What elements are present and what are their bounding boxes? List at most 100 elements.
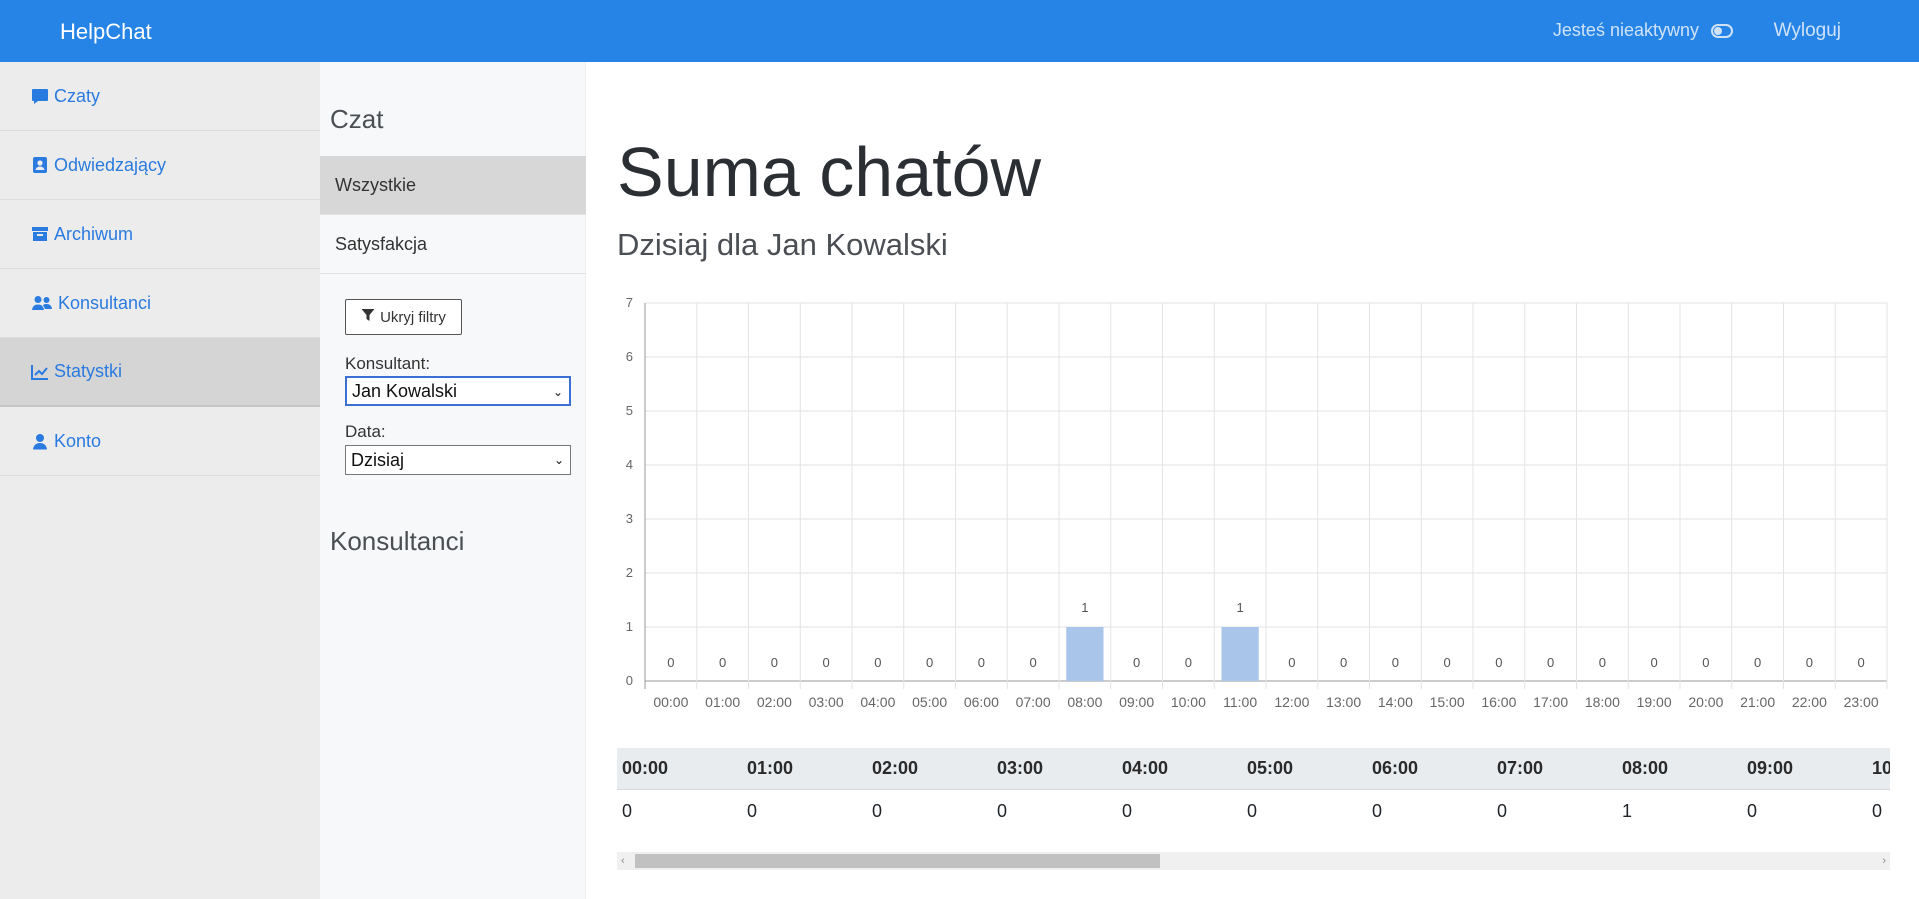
x-tick-label: 08:00 [1067,694,1102,710]
data-label: 0 [823,655,830,670]
x-tick-label: 16:00 [1481,694,1516,710]
toggle-icon[interactable] [1711,23,1733,38]
chats-bar-chart: 0 1 2 3 4 5 6 7 0 00:00 0 01:00 0 02:00 0 03:00 0 04:00 0 0… [626,295,1888,710]
table-header-cell: 06:00 [1372,758,1419,778]
y-tick-label: 5 [626,403,633,418]
x-tick-label: 20:00 [1688,694,1723,710]
filter-icon [361,308,375,326]
table-cell: 0 [997,800,1008,821]
x-tick-label: 12:00 [1274,694,1309,710]
sidebar-item-archiwum[interactable]: Archiwum [0,200,320,269]
users-icon [30,294,54,312]
table-header-cell: 10:00 [1872,758,1890,778]
date-select[interactable]: Dzisiaj ⌄ [345,445,571,475]
user-icon [30,432,50,450]
x-tick-label: 11:00 [1223,694,1257,710]
date-label: Data: [345,422,386,441]
table-header-cell: 09:00 [1747,758,1794,778]
brand-logo[interactable]: HelpChat [60,19,152,45]
table-cell: 0 [1747,800,1758,821]
x-tick-label: 09:00 [1119,694,1154,710]
y-tick-label: 0 [626,673,633,688]
consultant-label: Konsultant: [345,354,431,373]
table-cell: 0 [1497,800,1508,821]
sidebar-item-label: Konto [54,430,102,451]
data-label: 0 [1185,655,1192,670]
table-cell: 0 [622,800,633,821]
sidebar-item-czaty[interactable]: Czaty [0,62,320,131]
data-label: 0 [1547,655,1554,670]
archive-icon [30,225,50,243]
data-label: 0 [1030,655,1037,670]
x-tick-label: 23:00 [1844,694,1879,710]
table-cell: 0 [1872,800,1883,821]
y-tick-label: 7 [626,295,633,310]
table-header-cell: 03:00 [997,758,1044,778]
table-cell: 0 [747,800,758,821]
consultant-select-value: Jan Kowalski [352,380,458,401]
table-cell: 1 [1622,800,1633,821]
consultant-select[interactable]: Jan Kowalski ⌄ [345,376,571,406]
data-label: 0 [1392,655,1399,670]
activity-status-label: Jesteś nieaktywny [1552,20,1699,40]
horizontal-scrollbar[interactable]: ‹ › [617,852,1890,870]
scroll-left-icon[interactable]: ‹ [621,852,625,870]
x-tick-label: 14:00 [1378,694,1413,710]
table-cell: 0 [1122,800,1133,821]
x-tick-label: 04:00 [860,694,895,710]
x-tick-label: 02:00 [757,694,792,710]
data-label: 0 [1133,655,1140,670]
top-bar: HelpChat Jesteś nieaktywny Wyloguj [0,0,1919,62]
y-tick-label: 2 [626,565,633,580]
y-tick-label: 3 [626,511,633,526]
data-label: 0 [874,655,881,670]
table-header-cell: 02:00 [872,758,919,778]
hide-filters-button[interactable]: Ukryj filtry [345,299,462,335]
scroll-right-icon[interactable]: › [1882,852,1886,870]
data-label: 0 [719,655,726,670]
table-cell: 0 [1247,800,1258,821]
activity-status[interactable]: Jesteś nieaktywny [1553,20,1733,41]
main-content: Suma chatów Dzisiaj dla Jan Kowalski 012… [587,62,1919,899]
sidebar-item-konto[interactable]: Konto [0,407,320,476]
table-header-cell: 01:00 [747,758,794,778]
data-label: 0 [1806,655,1813,670]
section-title-czat: Czat [330,104,384,134]
subnav-item-wszystkie[interactable]: Wszystkie [320,156,586,215]
page-title: Suma chatów [617,133,1042,211]
x-tick-label: 10:00 [1171,694,1206,710]
x-tick-label: 07:00 [1016,694,1051,710]
subnav-item-satysfakcja[interactable]: Satysfakcja [320,215,586,274]
x-tick-label: 06:00 [964,694,999,710]
data-label: 0 [926,655,933,670]
x-tick-label: 05:00 [912,694,947,710]
sidebar-item-konsultanci[interactable]: Konsultanci [0,269,320,338]
sidebar-item-statystki[interactable]: Statystki [0,338,320,407]
data-label: 1 [1081,600,1088,615]
bar [1221,627,1259,681]
chart-line-icon [30,363,50,381]
x-tick-label: 00:00 [653,694,688,710]
table-row: 0 0 0 0 0 0 0 0 1 0 0 [617,790,1890,832]
section-title-konsultanci: Konsultanci [330,526,465,556]
x-tick-label: 03:00 [809,694,844,710]
table-cell: 0 [872,800,883,821]
x-tick-label: 17:00 [1533,694,1568,710]
data-label: 0 [978,655,985,670]
x-tick-label: 21:00 [1740,694,1775,710]
sidebar-item-odwiedzajacy[interactable]: Odwiedzający [0,131,320,200]
date-select-value: Dzisiaj [351,449,405,470]
sidebar-item-label: Archiwum [54,223,134,244]
table-header-cell: 00:00 [622,758,669,778]
scrollbar-thumb[interactable] [635,854,1160,868]
sidebar-item-label: Czaty [54,85,101,106]
data-label: 0 [1599,655,1606,670]
sidebar-item-label: Statystki [54,361,123,381]
data-label: 0 [667,655,674,670]
page-subtitle: Dzisiaj dla Jan Kowalski [617,227,948,262]
data-label: 0 [1754,655,1761,670]
logout-link[interactable]: Wyloguj [1774,20,1841,42]
data-label: 0 [1651,655,1658,670]
table-header-cell: 04:00 [1122,758,1169,778]
x-tick-label: 18:00 [1585,694,1620,710]
